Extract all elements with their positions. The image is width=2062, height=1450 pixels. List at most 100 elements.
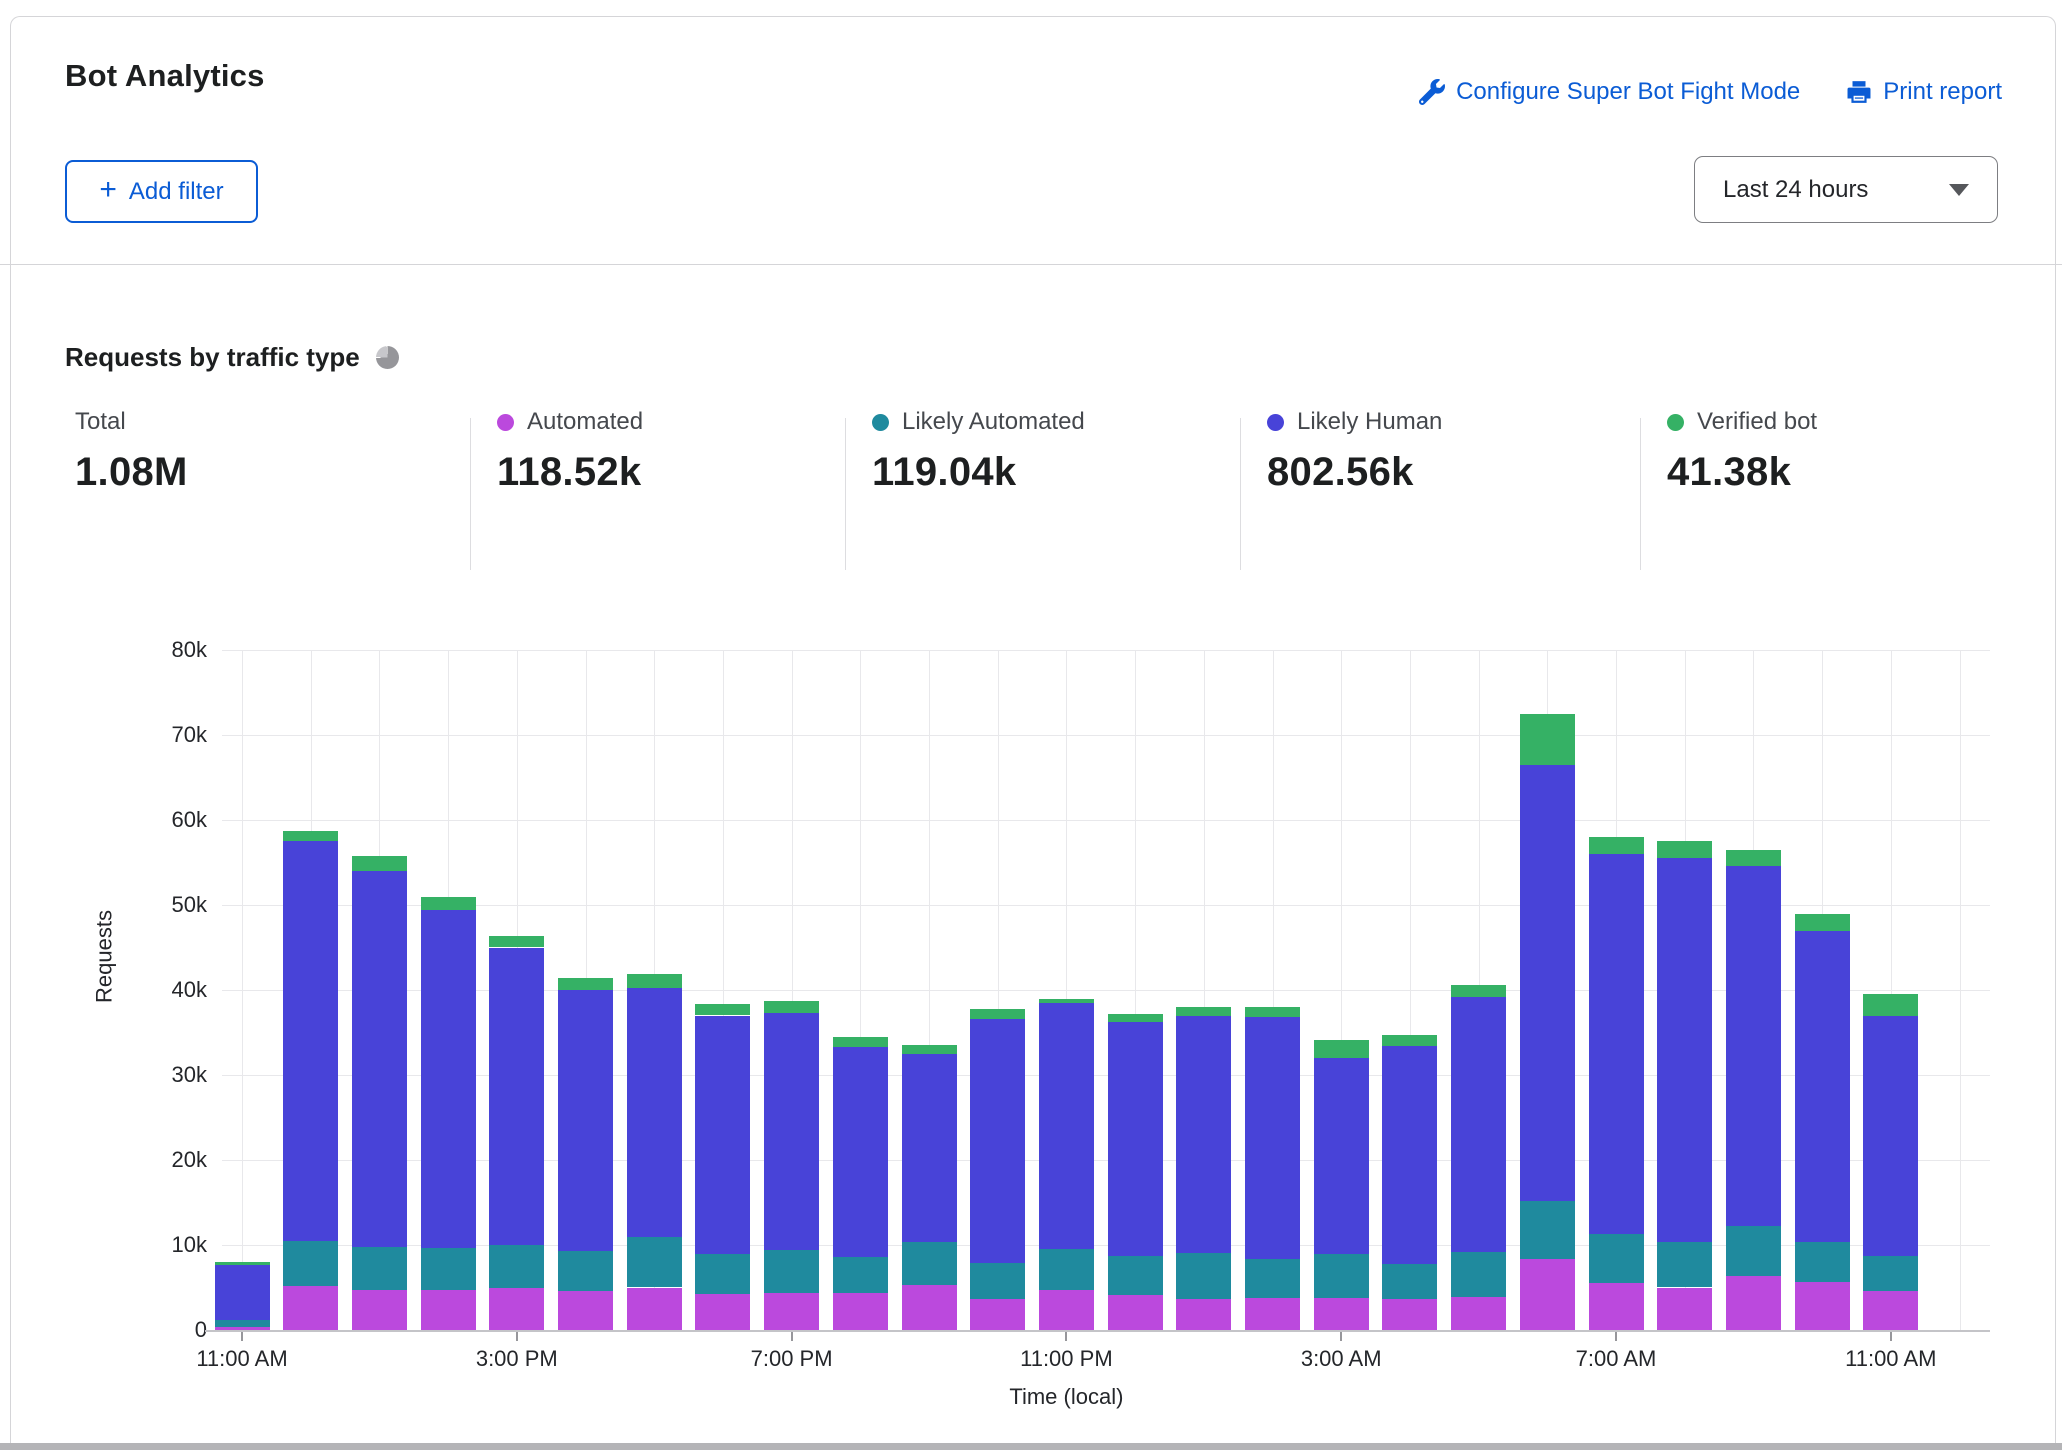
bar-segment-automated[interactable]	[627, 1288, 682, 1331]
bar-segment-verified-bot[interactable]	[1039, 999, 1094, 1003]
bar-segment-likely-automated[interactable]	[558, 1251, 613, 1291]
bar-segment-automated[interactable]	[1451, 1297, 1506, 1330]
bar-segment-verified-bot[interactable]	[1795, 914, 1850, 931]
bar-segment-verified-bot[interactable]	[764, 1001, 819, 1013]
print-report-link[interactable]: Print report	[1846, 78, 2002, 106]
bar-segment-likely-automated[interactable]	[695, 1254, 750, 1294]
bar-segment-likely-human[interactable]	[627, 988, 682, 1237]
bar-segment-likely-automated[interactable]	[833, 1257, 888, 1294]
bar-segment-likely-automated[interactable]	[1382, 1264, 1437, 1299]
bar-segment-likely-automated[interactable]	[970, 1263, 1025, 1300]
bar-segment-likely-human[interactable]	[833, 1047, 888, 1257]
add-filter-button[interactable]: + Add filter	[65, 160, 258, 223]
bar-segment-verified-bot[interactable]	[1245, 1007, 1300, 1017]
bar-segment-verified-bot[interactable]	[215, 1262, 270, 1265]
bar-segment-verified-bot[interactable]	[833, 1037, 888, 1047]
bar-segment-likely-human[interactable]	[421, 910, 476, 1248]
bar-segment-verified-bot[interactable]	[1108, 1014, 1163, 1023]
bar-segment-likely-automated[interactable]	[489, 1245, 544, 1288]
bar-segment-automated[interactable]	[833, 1293, 888, 1330]
bar-segment-verified-bot[interactable]	[1520, 714, 1575, 765]
bar-segment-likely-human[interactable]	[558, 990, 613, 1251]
bar-segment-verified-bot[interactable]	[352, 856, 407, 871]
bar-segment-likely-human[interactable]	[1863, 1016, 1918, 1257]
bar-segment-likely-automated[interactable]	[1108, 1256, 1163, 1295]
bar-segment-automated[interactable]	[1039, 1290, 1094, 1330]
bar-segment-likely-human[interactable]	[1451, 997, 1506, 1252]
bar-segment-likely-automated[interactable]	[215, 1320, 270, 1327]
bar-segment-likely-automated[interactable]	[1176, 1253, 1231, 1299]
bar-segment-verified-bot[interactable]	[283, 831, 338, 841]
bar-segment-likely-human[interactable]	[1795, 931, 1850, 1242]
bar-segment-likely-human[interactable]	[352, 871, 407, 1247]
bar-segment-likely-human[interactable]	[1245, 1017, 1300, 1258]
bar-segment-automated[interactable]	[1863, 1291, 1918, 1330]
time-range-select[interactable]: Last 24 hours	[1694, 156, 1998, 223]
bar-segment-likely-human[interactable]	[1108, 1022, 1163, 1256]
bar-segment-automated[interactable]	[1726, 1276, 1781, 1330]
bar-segment-likely-automated[interactable]	[1245, 1259, 1300, 1298]
bar-segment-verified-bot[interactable]	[627, 974, 682, 988]
bar-segment-verified-bot[interactable]	[1451, 985, 1506, 997]
bar-segment-automated[interactable]	[558, 1291, 613, 1330]
bar-segment-verified-bot[interactable]	[421, 897, 476, 911]
bar-segment-verified-bot[interactable]	[902, 1045, 957, 1054]
bar-segment-automated[interactable]	[1108, 1295, 1163, 1330]
bar-segment-likely-human[interactable]	[902, 1054, 957, 1242]
bar-segment-automated[interactable]	[1314, 1298, 1369, 1330]
bar-segment-likely-automated[interactable]	[421, 1248, 476, 1290]
bar-segment-verified-bot[interactable]	[558, 978, 613, 990]
bar-segment-automated[interactable]	[970, 1299, 1025, 1330]
bar-segment-likely-human[interactable]	[1314, 1058, 1369, 1254]
bar-segment-verified-bot[interactable]	[1176, 1007, 1231, 1016]
bar-segment-automated[interactable]	[1245, 1298, 1300, 1330]
bar-segment-verified-bot[interactable]	[1382, 1035, 1437, 1046]
bar-segment-likely-human[interactable]	[1520, 765, 1575, 1201]
bar-segment-automated[interactable]	[764, 1293, 819, 1330]
bar-segment-verified-bot[interactable]	[1863, 994, 1918, 1015]
bar-segment-likely-automated[interactable]	[764, 1250, 819, 1293]
bar-segment-likely-human[interactable]	[1726, 866, 1781, 1226]
bar-segment-automated[interactable]	[902, 1285, 957, 1330]
bar-segment-likely-human[interactable]	[1039, 1003, 1094, 1250]
bar-segment-likely-human[interactable]	[215, 1265, 270, 1319]
bar-segment-likely-automated[interactable]	[1451, 1252, 1506, 1297]
bar-segment-likely-human[interactable]	[283, 841, 338, 1241]
bar-segment-likely-human[interactable]	[1657, 858, 1712, 1241]
bar-segment-automated[interactable]	[283, 1286, 338, 1330]
bar-segment-likely-human[interactable]	[489, 948, 544, 1246]
bar-segment-likely-automated[interactable]	[1726, 1226, 1781, 1276]
bar-segment-automated[interactable]	[489, 1288, 544, 1330]
bar-segment-automated[interactable]	[1176, 1299, 1231, 1330]
bar-segment-likely-human[interactable]	[1589, 854, 1644, 1234]
bar-segment-verified-bot[interactable]	[695, 1004, 750, 1016]
configure-super-bot-fight-mode-link[interactable]: Configure Super Bot Fight Mode	[1419, 78, 1800, 106]
bar-segment-automated[interactable]	[215, 1327, 270, 1330]
bar-segment-likely-automated[interactable]	[1863, 1256, 1918, 1291]
bar-segment-verified-bot[interactable]	[1726, 850, 1781, 866]
bar-segment-automated[interactable]	[1589, 1283, 1644, 1330]
bar-segment-likely-human[interactable]	[1176, 1016, 1231, 1253]
bar-segment-likely-human[interactable]	[970, 1019, 1025, 1263]
bar-segment-verified-bot[interactable]	[489, 936, 544, 948]
bar-segment-likely-automated[interactable]	[283, 1241, 338, 1286]
bar-segment-likely-automated[interactable]	[352, 1247, 407, 1290]
bar-segment-automated[interactable]	[421, 1290, 476, 1330]
bar-segment-automated[interactable]	[695, 1294, 750, 1330]
bar-segment-automated[interactable]	[1520, 1259, 1575, 1330]
bar-segment-verified-bot[interactable]	[970, 1009, 1025, 1019]
bar-segment-automated[interactable]	[1657, 1288, 1712, 1331]
bar-segment-likely-automated[interactable]	[1039, 1249, 1094, 1290]
bar-segment-likely-automated[interactable]	[1520, 1201, 1575, 1260]
bar-segment-likely-automated[interactable]	[627, 1237, 682, 1287]
bar-segment-likely-automated[interactable]	[902, 1242, 957, 1285]
bar-segment-likely-automated[interactable]	[1795, 1242, 1850, 1283]
bar-segment-likely-automated[interactable]	[1314, 1254, 1369, 1297]
bar-segment-verified-bot[interactable]	[1314, 1040, 1369, 1058]
bar-segment-likely-human[interactable]	[1382, 1046, 1437, 1264]
bar-segment-likely-human[interactable]	[764, 1013, 819, 1250]
bar-segment-automated[interactable]	[1382, 1299, 1437, 1330]
bar-segment-verified-bot[interactable]	[1657, 841, 1712, 858]
bar-segment-verified-bot[interactable]	[1589, 837, 1644, 854]
bar-segment-likely-automated[interactable]	[1657, 1242, 1712, 1288]
